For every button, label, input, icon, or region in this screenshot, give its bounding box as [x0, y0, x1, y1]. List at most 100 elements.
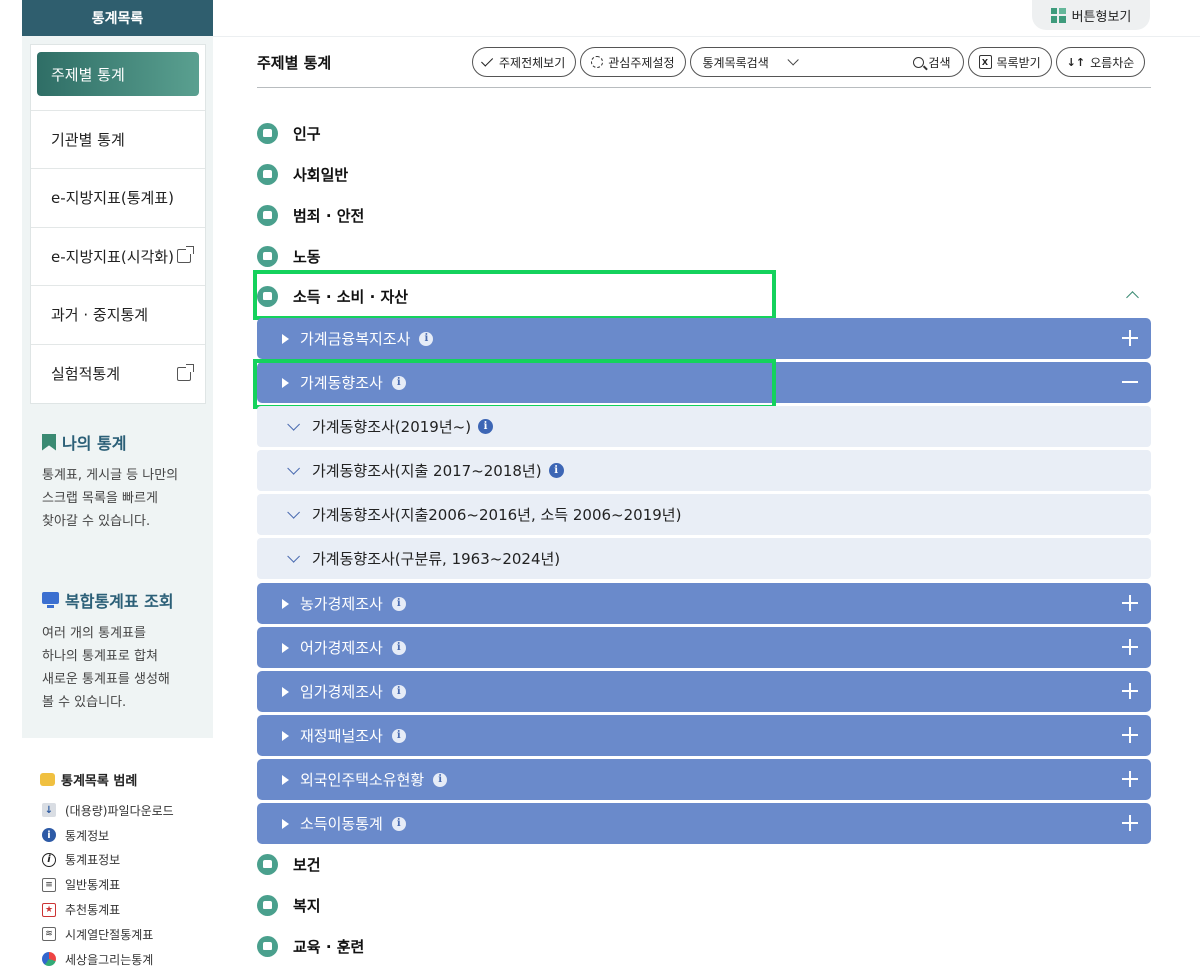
legend-panel: 통계목록 범례 ↓ (대용량)파일다운로드 i 통계정보 i 통계표정보 ≡ 일반통계표…	[0, 738, 213, 970]
plus-icon[interactable]	[1122, 639, 1138, 655]
category-education[interactable]: 교육 · 훈련	[257, 932, 364, 960]
legend-item: ≋ 시계열단절통계표	[42, 922, 174, 947]
sub-list-item[interactable]: 가계동향조사(구분류, 1963~2024년)	[257, 538, 1151, 579]
sidebar-item-e-local-table[interactable]: e-지방지표(통계표)	[31, 169, 205, 228]
compound-desc: 여러 개의 통계표를 하나의 통계표로 합쳐 새로운 통계표를 생성해 볼 수 …	[42, 626, 170, 710]
sidebar-item-label: 실험적통계	[51, 365, 121, 384]
sub-list-item[interactable]: 가계동향조사(지출2006~2016년, 소득 2006~2019년)	[257, 494, 1151, 535]
society-icon	[257, 163, 278, 185]
sidebar-item-past-stats[interactable]: 과거 · 중지통계	[31, 286, 205, 345]
plus-icon[interactable]	[1122, 595, 1138, 611]
sort-button[interactable]: ↓↑ 오름차순	[1055, 47, 1146, 77]
survey-row[interactable]: 가계금융복지조사 i	[257, 318, 1151, 359]
download-icon: ↓	[42, 803, 56, 818]
graduation-cap-icon	[257, 935, 278, 957]
legend-item: ↓ (대용량)파일다운로드	[42, 798, 174, 823]
chevron-down-icon	[287, 418, 300, 431]
sidebar-item-label: 과거 · 중지통계	[51, 306, 149, 325]
my-stats-block[interactable]: 나의 통계 통계표, 게시글 등 나만의 스크랩 목록을 빠르게 찾아갈 수 있…	[42, 430, 202, 533]
survey-row[interactable]: 외국인주택소유현황 i	[257, 759, 1151, 800]
plus-icon[interactable]	[1122, 330, 1138, 346]
sidebar-item-label: e-지방지표(통계표)	[51, 189, 174, 208]
my-stats-title: 나의 통계	[62, 434, 127, 453]
info-icon[interactable]: i	[391, 728, 406, 743]
triangle-right-icon	[282, 686, 289, 697]
triangle-right-icon	[282, 730, 289, 741]
survey-row[interactable]: 소득이동통계 i	[257, 803, 1151, 844]
download-list-button[interactable]: X 목록받기	[967, 47, 1052, 77]
chevron-down-icon	[287, 550, 300, 563]
survey-row[interactable]: 임가경제조사 i	[257, 671, 1151, 712]
sidebar-item-experimental[interactable]: 실험적통계	[31, 345, 205, 404]
header-divider	[257, 87, 1151, 88]
triangle-right-icon	[282, 598, 289, 609]
survey-row-expanded[interactable]: 가계동향조사 i	[257, 362, 1151, 403]
sidebar-item-label: 주제별 통계	[51, 65, 125, 84]
survey-row[interactable]: 농가경제조사 i	[257, 583, 1151, 624]
plus-icon[interactable]	[1122, 815, 1138, 831]
sidebar-item-e-local-visual[interactable]: e-지방지표(시각화)	[31, 228, 205, 286]
toolbar: 주제전체보기 관심주제설정 통계목록검색 검색 X 목록받기 ↓↑ 오름차순	[472, 47, 1146, 77]
sidebar-item-label: e-지방지표(시각화)	[51, 247, 174, 266]
sort-icon: ↓↑	[1066, 55, 1086, 69]
category-society[interactable]: 사회일반	[257, 160, 348, 188]
info-icon[interactable]: i	[391, 596, 406, 611]
chevron-down-icon	[787, 54, 799, 66]
triangle-right-icon	[282, 377, 289, 388]
triangle-right-icon	[282, 818, 289, 829]
all-topics-button[interactable]: 주제전체보기	[472, 47, 577, 77]
category-population[interactable]: 인구	[257, 119, 321, 147]
category-income-consumption-assets[interactable]: 소득 · 소비 · 자산	[257, 282, 408, 310]
legend-item: i 통계표정보	[42, 848, 174, 873]
info-icon[interactable]: i	[548, 463, 564, 478]
category-crime-safety[interactable]: 범죄 · 안전	[257, 201, 364, 229]
category-labor[interactable]: 노동	[257, 242, 321, 270]
excel-icon: X	[978, 55, 992, 69]
info-icon[interactable]: i	[478, 419, 494, 434]
chevron-up-icon[interactable]	[1126, 291, 1139, 304]
sub-list-item[interactable]: 가계동향조사(지출 2017~2018년) i	[257, 450, 1151, 491]
check-icon	[481, 54, 494, 67]
health-icon	[257, 853, 278, 875]
info-icon[interactable]: i	[391, 375, 406, 390]
sidebar-menu: 주제별 통계 기관별 통계 e-지방지표(통계표) e-지방지표(시각화) 과거…	[30, 44, 206, 404]
button-view-toggle[interactable]: 버튼형보기	[1032, 0, 1150, 30]
survey-row[interactable]: 어가경제조사 i	[257, 627, 1151, 668]
legend-item: i 통계정보	[42, 823, 174, 848]
monitor-icon	[42, 592, 59, 608]
plus-icon[interactable]	[1122, 727, 1138, 743]
info-icon[interactable]: i	[433, 772, 448, 787]
legend-list: ↓ (대용량)파일다운로드 i 통계정보 i 통계표정보 ≡ 일반통계표 ★ 추천통계표 …	[42, 798, 174, 972]
info-icon[interactable]: i	[391, 640, 406, 655]
info-icon[interactable]: i	[391, 684, 406, 699]
piggy-bank-icon	[257, 285, 278, 307]
helmet-icon	[257, 245, 278, 267]
sidebar-item-org-stats[interactable]: 기관별 통계	[31, 111, 205, 169]
category-health[interactable]: 보건	[257, 850, 321, 878]
info-outline-icon: i	[42, 852, 56, 867]
info-icon[interactable]: i	[391, 816, 406, 831]
timeseries-icon: ≋	[42, 927, 56, 942]
sidebar-item-topic-stats[interactable]: 주제별 통계	[37, 52, 199, 96]
survey-row[interactable]: 재정패널조사 i	[257, 715, 1151, 756]
legend-title: 통계목록 범례	[61, 774, 138, 789]
sub-list-item[interactable]: 가계동향조사(2019년~) i	[257, 406, 1151, 447]
search-box[interactable]: 통계목록검색 검색	[689, 47, 964, 77]
page-title: 주제별 통계	[257, 54, 332, 72]
external-link-icon	[177, 246, 194, 264]
globe-icon	[42, 952, 56, 967]
plus-icon[interactable]	[1122, 771, 1138, 787]
compound-table-block[interactable]: 복합통계표 조회 여러 개의 통계표를 하나의 통계표로 합쳐 새로운 통계표를…	[42, 588, 202, 714]
search-type-select[interactable]: 통계목록검색	[703, 54, 769, 71]
category-welfare[interactable]: 복지	[257, 891, 321, 919]
search-icon	[913, 56, 925, 68]
search-button[interactable]: 검색	[928, 54, 950, 71]
minus-icon[interactable]	[1122, 374, 1138, 390]
interest-setting-button[interactable]: 관심주제설정	[580, 47, 686, 77]
plus-icon[interactable]	[1122, 683, 1138, 699]
info-icon[interactable]: i	[419, 331, 434, 346]
info-filled-icon: i	[42, 828, 56, 843]
welfare-icon	[257, 894, 278, 916]
gear-icon	[591, 56, 604, 68]
siren-icon	[257, 204, 278, 226]
